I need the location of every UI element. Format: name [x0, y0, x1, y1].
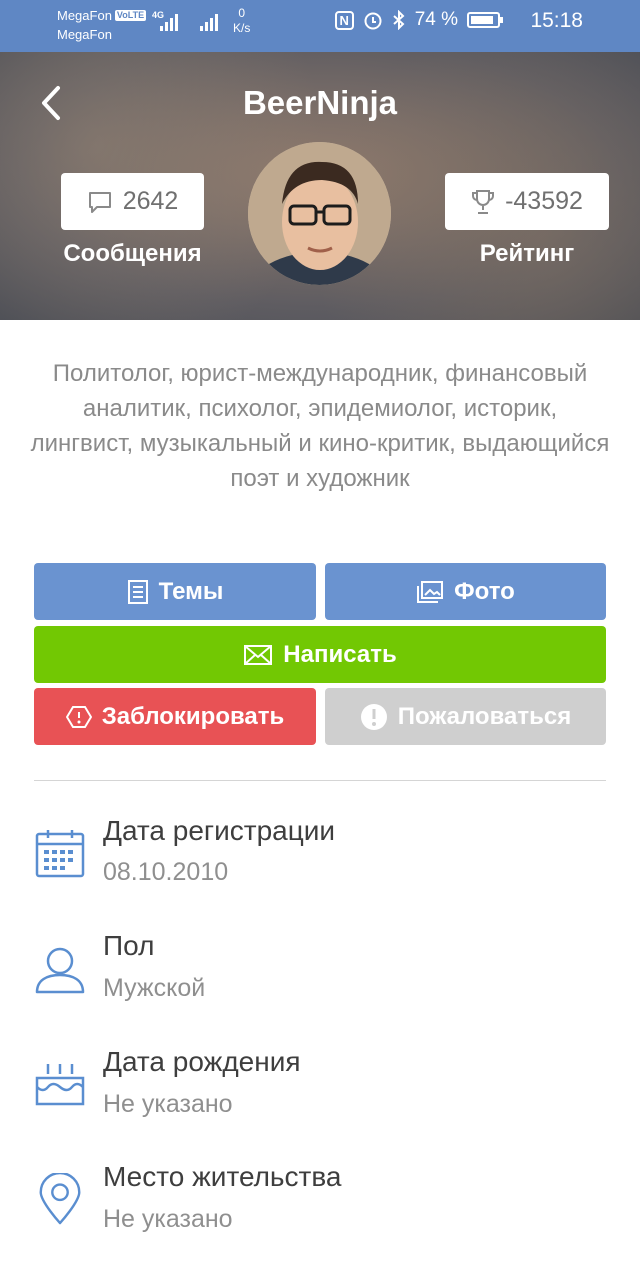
rating-box[interactable]: -43592 [445, 173, 609, 230]
speed-value: 0 [238, 6, 246, 20]
registration-date-value: 08.10.2010 [103, 858, 229, 886]
exclamation-circle-icon [360, 703, 387, 730]
topics-label: Темы [158, 577, 224, 605]
photo-label: Фото [454, 577, 515, 605]
birth-date-value: Не указано [103, 1090, 233, 1118]
block-label: Заблокировать [101, 702, 285, 730]
residence-title: Место жительства [103, 1161, 342, 1192]
gender-value: Мужской [103, 974, 206, 1002]
status-icons: N 74 % [334, 9, 503, 31]
network-speed: 0 K/s [233, 6, 250, 36]
topics-button[interactable]: Темы [34, 563, 316, 620]
carrier-2: MegaFon [57, 27, 112, 42]
clock: 15:18 [530, 9, 583, 32]
messages-count: 2642 [122, 187, 179, 215]
speed-unit: K/s [233, 21, 251, 35]
write-message-button[interactable]: Написать [34, 626, 606, 683]
avatar [248, 142, 391, 285]
username: BeerNinja [242, 84, 398, 121]
profile-bio: Политолог, юрист-международник, финансов… [30, 360, 610, 492]
gender-title: Пол [103, 930, 155, 961]
rating-value: -43592 [505, 187, 583, 215]
messages-count-box[interactable]: 2642 [61, 173, 204, 230]
divider [34, 780, 606, 781]
messages-label: Сообщения [63, 240, 202, 267]
alarm-icon [364, 12, 382, 30]
document-icon [127, 579, 148, 604]
birth-date-title: Дата рождения [103, 1046, 301, 1077]
photo-icon [417, 580, 444, 603]
envelope-icon [244, 644, 273, 665]
signal-icon [160, 14, 178, 31]
status-bar: MegaFon VoLTE MegaFon 4G 0 K/s N 74 % 15:… [0, 0, 640, 52]
rating-label: Рейтинг [479, 240, 575, 267]
message-bubble-icon [88, 191, 111, 213]
registration-date-title: Дата регистрации [103, 815, 336, 846]
location-pin-icon [39, 1173, 81, 1225]
person-icon [35, 947, 85, 994]
carrier-info: MegaFon VoLTE MegaFon [57, 6, 147, 44]
calendar-icon [35, 830, 85, 878]
profile-header: BeerNinja 2642 Сообщения -43592 Рейтинг [0, 52, 640, 320]
signal-icon-2 [200, 14, 218, 31]
battery-icon [467, 12, 503, 28]
block-button[interactable]: Заблокировать [34, 688, 316, 745]
report-button[interactable]: Пожаловаться [325, 688, 606, 745]
trophy-icon [472, 189, 495, 214]
residence-value: Не указано [103, 1205, 233, 1233]
photo-button[interactable]: Фото [325, 563, 606, 620]
cake-icon [35, 1064, 85, 1106]
carrier-1: MegaFon [57, 8, 112, 23]
battery-percent: 74 % [414, 9, 458, 30]
write-label: Написать [283, 640, 397, 668]
block-icon [65, 705, 92, 728]
report-label: Пожаловаться [397, 702, 572, 730]
volte-badge: VoLTE [114, 10, 147, 21]
nfc-icon: N [334, 10, 354, 30]
bluetooth-icon [393, 10, 405, 30]
